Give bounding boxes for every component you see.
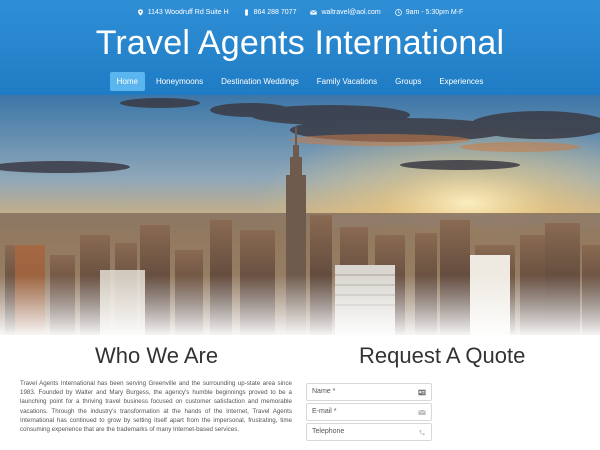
phone-icon xyxy=(244,8,248,16)
nav-destination-weddings[interactable]: Destination Weddings xyxy=(214,72,306,91)
nav-experiences[interactable]: Experiences xyxy=(432,72,490,91)
contact-bar: 1143 Woodruff Rd Suite H 864 288 7077 wa… xyxy=(0,6,600,18)
address-item: 1143 Woodruff Rd Suite H xyxy=(137,9,229,16)
email-placeholder: E-mail * xyxy=(312,408,337,415)
hours-text: 9am - 5:30pm M-F xyxy=(405,8,464,16)
nav-home[interactable]: Home xyxy=(109,71,145,91)
request-quote-heading: Request A Quote xyxy=(359,343,526,368)
who-we-are-heading: Who We Are xyxy=(95,343,219,368)
site-title[interactable]: Travel Agents International xyxy=(0,24,600,63)
envelope-icon xyxy=(418,409,426,415)
name-placeholder: Name * xyxy=(312,388,336,395)
telephone-placeholder: Telephone xyxy=(312,428,345,435)
email-text: waltravel@aol.com xyxy=(321,8,381,16)
quote-form: Name * E-mail * Telephone xyxy=(306,383,432,443)
name-field[interactable]: Name * xyxy=(306,383,432,401)
telephone-field[interactable]: Telephone xyxy=(306,423,432,441)
main-nav: Home Honeymoons Destination Weddings Fam… xyxy=(0,70,600,92)
envelope-icon xyxy=(310,9,318,15)
clock-icon xyxy=(394,8,402,16)
phone-item[interactable]: 864 288 7077 xyxy=(243,8,297,16)
nav-honeymoons[interactable]: Honeymoons xyxy=(149,72,210,91)
email-field[interactable]: E-mail * xyxy=(306,403,432,421)
hours-item: 9am - 5:30pm M-F xyxy=(394,8,464,16)
phone-text: 864 288 7077 xyxy=(253,8,297,16)
hero-cityscape-image xyxy=(0,95,600,335)
nav-groups[interactable]: Groups xyxy=(388,72,428,91)
id-card-icon xyxy=(418,389,426,396)
site-header: 1143 Woodruff Rd Suite H 864 288 7077 wa… xyxy=(0,0,600,95)
address-text: 1143 Woodruff Rd Suite H xyxy=(147,8,229,16)
phone-icon xyxy=(419,429,425,435)
about-paragraph: Travel Agents International has been ser… xyxy=(20,380,292,434)
main-content: Who We Are Request A Quote Travel Agents… xyxy=(0,335,600,450)
nav-family-vacations[interactable]: Family Vacations xyxy=(310,72,384,91)
map-pin-icon xyxy=(137,8,143,16)
email-item[interactable]: waltravel@aol.com xyxy=(310,8,381,16)
